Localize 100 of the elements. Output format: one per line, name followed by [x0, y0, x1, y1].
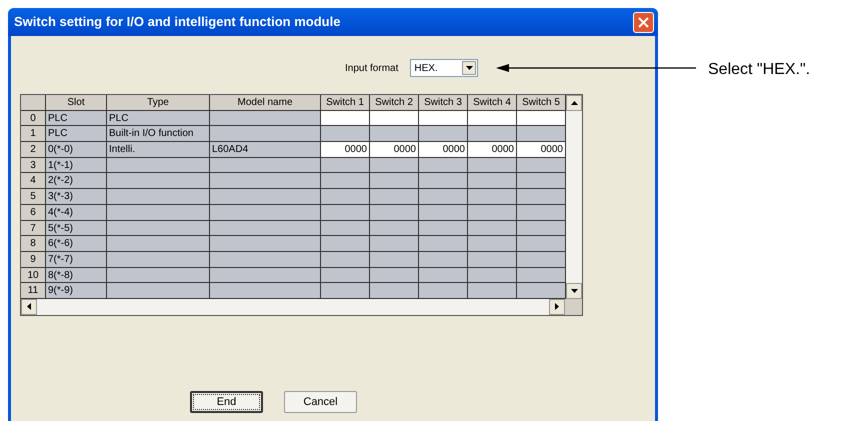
slot-cell: 6(*-6) — [46, 236, 107, 252]
switch-cell — [370, 268, 419, 284]
scroll-up-icon — [570, 101, 578, 105]
switch-cell: 0000 — [321, 142, 370, 158]
row-header: 5 — [21, 189, 46, 205]
switch-cell: 0000 — [517, 142, 566, 158]
switch-cell — [468, 252, 517, 268]
slot-cell: 2(*-2) — [46, 173, 107, 190]
callout-text: Select "HEX.". — [708, 60, 810, 80]
slot-cell: 7(*-7) — [46, 252, 107, 268]
slot-cell: 4(*-4) — [46, 204, 107, 220]
switch-cell — [370, 236, 419, 252]
column-header: Switch 5 — [517, 95, 566, 111]
switch-cell — [517, 158, 566, 174]
end-button[interactable]: End — [190, 390, 263, 413]
input-format-label: Input format — [345, 62, 398, 76]
row-header: 2 — [21, 142, 46, 158]
switch-cell — [419, 158, 468, 174]
switch-cell — [321, 252, 370, 268]
switch-cell — [517, 252, 566, 268]
switch-cell — [419, 204, 468, 220]
cancel-button[interactable]: Cancel — [284, 390, 357, 413]
switch-cell — [517, 283, 566, 299]
switch-cell — [419, 283, 468, 299]
column-header: Switch 3 — [419, 95, 468, 111]
switch-cell — [370, 158, 419, 174]
switch-cell — [468, 189, 517, 205]
slot-cell: 3(*-3) — [46, 189, 107, 205]
switch-cell — [517, 173, 566, 190]
slot-cell: 9(*-9) — [46, 283, 107, 299]
switch-cell — [468, 110, 517, 126]
row-header: 9 — [21, 252, 46, 268]
scroll-right-icon — [555, 303, 559, 310]
column-header: Switch 2 — [370, 95, 419, 111]
switch-cell — [468, 204, 517, 220]
input-format-dropdown[interactable]: HEX. — [410, 59, 478, 77]
scroll-down-icon — [570, 288, 578, 293]
switch-cell — [419, 110, 468, 126]
slot-cell: 5(*-5) — [46, 220, 107, 236]
switch-cell — [370, 189, 419, 205]
switch-cell — [468, 236, 517, 252]
scroll-left-icon — [27, 303, 31, 310]
switch-cell — [419, 126, 468, 142]
column-header: Slot — [46, 95, 107, 111]
type-cell: Built-in I/O function — [107, 126, 210, 142]
switch-cell — [321, 189, 370, 205]
row-header: 8 — [21, 236, 46, 252]
switch-cell — [517, 268, 566, 284]
column-header: Type — [107, 95, 210, 111]
switch-cell — [321, 283, 370, 299]
row-header: 6 — [21, 204, 46, 220]
switch-cell — [468, 283, 517, 299]
switch-cell — [419, 252, 468, 268]
switch-cell: 0000 — [468, 142, 517, 158]
switch-cell — [370, 126, 419, 142]
vertical-scrollbar[interactable] — [566, 95, 582, 299]
switch-cell — [370, 173, 419, 190]
corner-cell — [21, 95, 46, 111]
switch-cell — [468, 158, 517, 174]
column-header: Model name — [210, 95, 321, 111]
close-icon — [638, 16, 649, 28]
switch-cell — [517, 189, 566, 205]
switch-cell — [517, 204, 566, 220]
switch-cell — [517, 220, 566, 236]
switch-cell — [419, 220, 468, 236]
switch-cell — [370, 220, 419, 236]
row-header: 11 — [21, 283, 46, 299]
switch-cell — [321, 110, 370, 126]
switch-cell — [321, 268, 370, 284]
row-header: 7 — [21, 220, 46, 236]
switch-cell — [517, 236, 566, 252]
slot-cell: PLC — [46, 110, 107, 126]
switch-cell — [370, 204, 419, 220]
switch-cell — [321, 126, 370, 142]
switch-cell — [468, 126, 517, 142]
switch-cell — [468, 173, 517, 190]
switch-cell — [419, 189, 468, 205]
close-button[interactable] — [633, 12, 654, 32]
slot-cell: 0(*-0) — [46, 142, 107, 158]
row-header: 3 — [21, 158, 46, 174]
slot-cell: 8(*-8) — [46, 268, 107, 284]
switch-cell — [370, 283, 419, 299]
switch-cell — [419, 236, 468, 252]
column-header: Switch 4 — [468, 95, 517, 111]
switch-cell — [370, 110, 419, 126]
row-header: 10 — [21, 268, 46, 284]
type-cell: PLC — [107, 110, 210, 126]
row-header: 4 — [21, 173, 46, 190]
scrollbar-corner — [565, 298, 582, 315]
switch-cell — [468, 268, 517, 284]
slot-cell: PLC — [46, 126, 107, 142]
model-cell: L60AD4 — [210, 142, 321, 158]
switch-cell — [321, 204, 370, 220]
switch-cell — [370, 252, 419, 268]
row-header: 1 — [21, 126, 46, 142]
horizontal-scrollbar[interactable] — [21, 298, 565, 315]
window-title: Switch setting for I/O and intelligent function module — [13, 13, 340, 32]
switch-cell — [419, 173, 468, 190]
switch-cell: 0000 — [419, 142, 468, 158]
switch-cell — [517, 110, 566, 126]
